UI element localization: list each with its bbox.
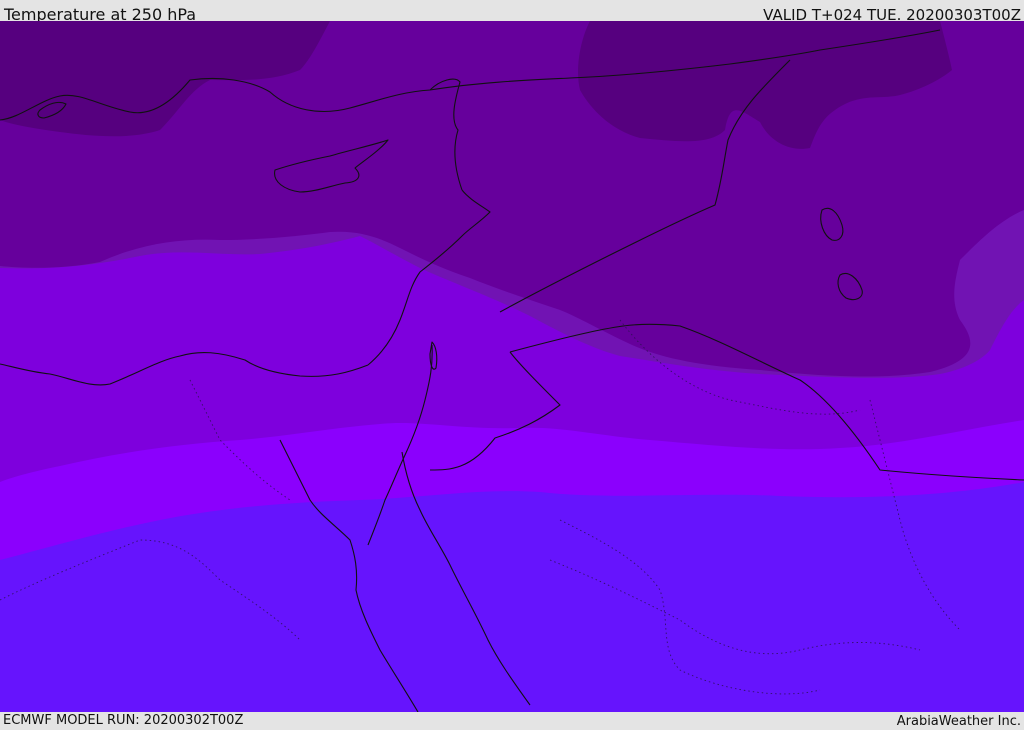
title-bar: Temperature at 250 hPa VALID T+024 TUE. … — [0, 0, 1024, 24]
credit-label: ArabiaWeather Inc. — [896, 714, 1021, 729]
footer-bar: ECMWF MODEL RUN: 20200302T00Z ArabiaWeat… — [0, 712, 1024, 729]
model-run-label: ECMWF MODEL RUN: 20200302T00Z — [3, 713, 244, 728]
weather-map — [0, 21, 1024, 712]
